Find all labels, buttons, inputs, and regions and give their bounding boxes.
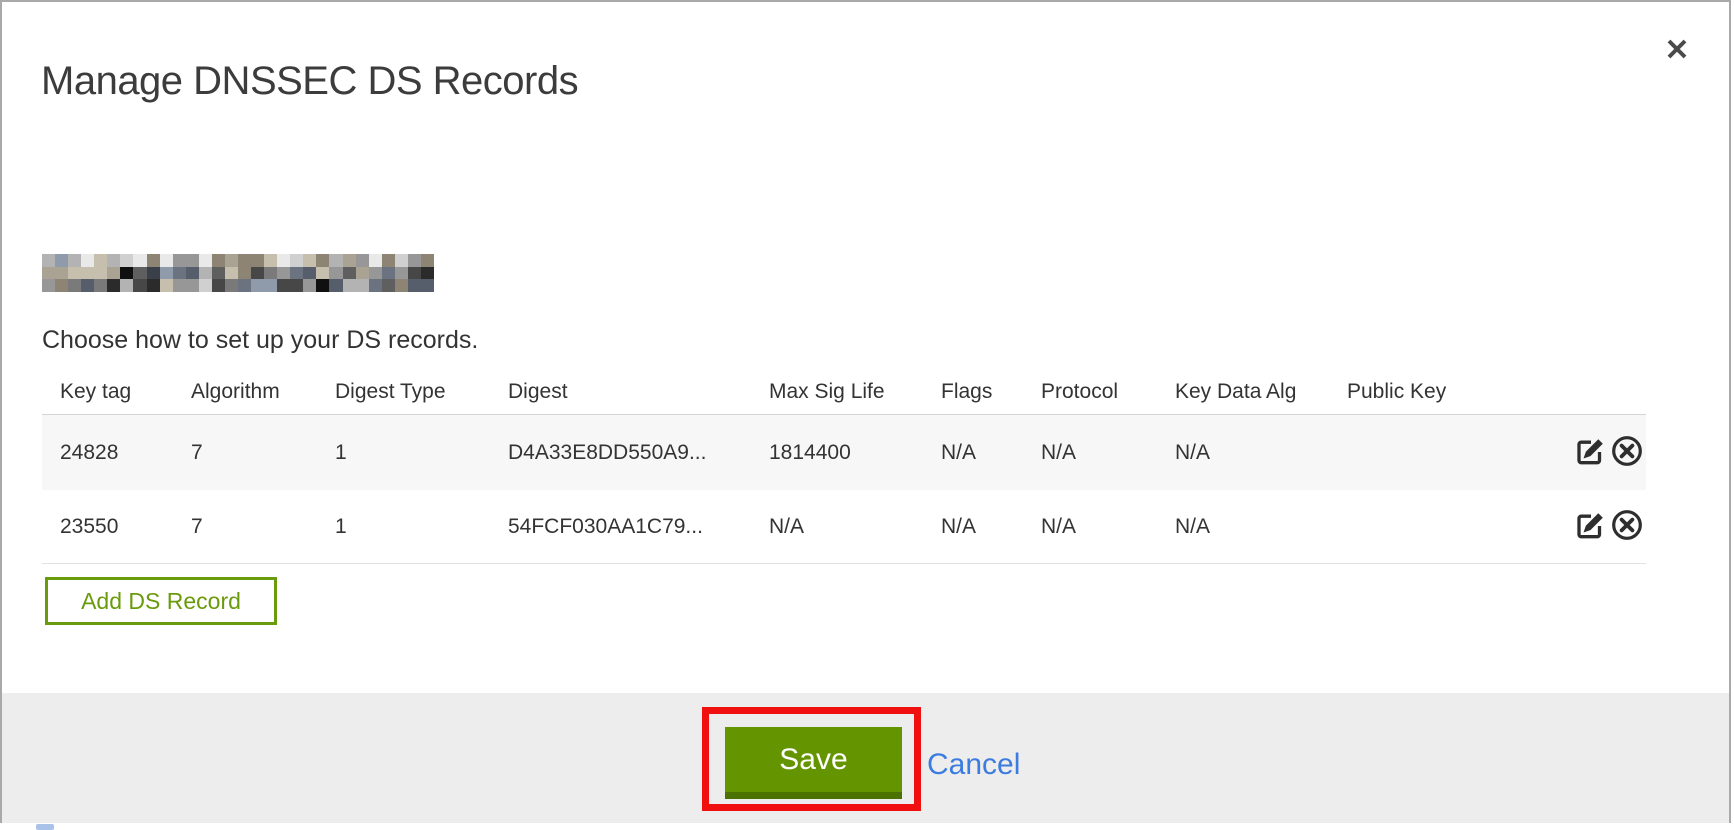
column-header-key-data-alg: Key Data Alg xyxy=(1175,380,1347,404)
cell-key-tag: 23550 xyxy=(60,515,191,539)
instruction-text: Choose how to set up your DS records. xyxy=(42,326,478,355)
cell-algorithm: 7 xyxy=(191,515,335,539)
column-header-key-tag: Key tag xyxy=(60,380,191,404)
manage-dnssec-modal: Manage DNSSEC DS Records Choose how to s… xyxy=(0,0,1731,823)
cell-key-tag: 24828 xyxy=(60,441,191,465)
cell-max-sig-life: 1814400 xyxy=(769,441,941,465)
column-header-digest: Digest xyxy=(508,380,769,404)
cell-max-sig-life: N/A xyxy=(769,515,941,539)
cell-algorithm: 7 xyxy=(191,441,335,465)
cell-digest-type: 1 xyxy=(335,515,508,539)
close-button[interactable] xyxy=(1660,33,1694,67)
delete-record-button[interactable] xyxy=(1610,510,1644,544)
table-row: 24828 7 1 D4A33E8DD550A9... 1814400 N/A … xyxy=(42,415,1646,490)
delete-record-icon xyxy=(1610,508,1644,545)
cell-key-data-alg: N/A xyxy=(1175,515,1347,539)
cell-digest-type: 1 xyxy=(335,441,508,465)
delete-record-icon xyxy=(1610,434,1644,471)
edit-record-icon xyxy=(1573,434,1607,471)
delete-record-button[interactable] xyxy=(1610,436,1644,470)
save-button[interactable]: Save xyxy=(725,727,902,799)
redacted-domain xyxy=(42,254,434,292)
table-header-row: Key tag Algorithm Digest Type Digest Max… xyxy=(42,370,1646,415)
column-header-public-key: Public Key xyxy=(1347,380,1562,404)
background-page-fragment xyxy=(36,824,54,830)
page-title: Manage DNSSEC DS Records xyxy=(41,59,578,104)
close-icon xyxy=(1666,38,1688,63)
column-header-algorithm: Algorithm xyxy=(191,380,335,404)
column-header-digest-type: Digest Type xyxy=(335,380,508,404)
ds-records-table: Key tag Algorithm Digest Type Digest Max… xyxy=(42,370,1646,564)
edit-record-button[interactable] xyxy=(1573,510,1607,544)
add-ds-record-button[interactable]: Add DS Record xyxy=(45,577,277,625)
cell-digest: 54FCF030AA1C79... xyxy=(508,515,769,539)
dialog-stage: Manage DNSSEC DS Records Choose how to s… xyxy=(0,0,1734,830)
cell-flags: N/A xyxy=(941,515,1041,539)
cell-digest: D4A33E8DD550A9... xyxy=(508,441,769,465)
cell-protocol: N/A xyxy=(1041,515,1175,539)
edit-record-button[interactable] xyxy=(1573,436,1607,470)
cell-key-data-alg: N/A xyxy=(1175,441,1347,465)
table-row: 23550 7 1 54FCF030AA1C79... N/A N/A N/A … xyxy=(42,490,1646,564)
column-header-flags: Flags xyxy=(941,380,1041,404)
edit-record-icon xyxy=(1573,508,1607,545)
cell-flags: N/A xyxy=(941,441,1041,465)
column-header-max-sig-life: Max Sig Life xyxy=(769,380,941,404)
column-header-protocol: Protocol xyxy=(1041,380,1175,404)
cancel-link[interactable]: Cancel xyxy=(927,748,1020,782)
cell-protocol: N/A xyxy=(1041,441,1175,465)
